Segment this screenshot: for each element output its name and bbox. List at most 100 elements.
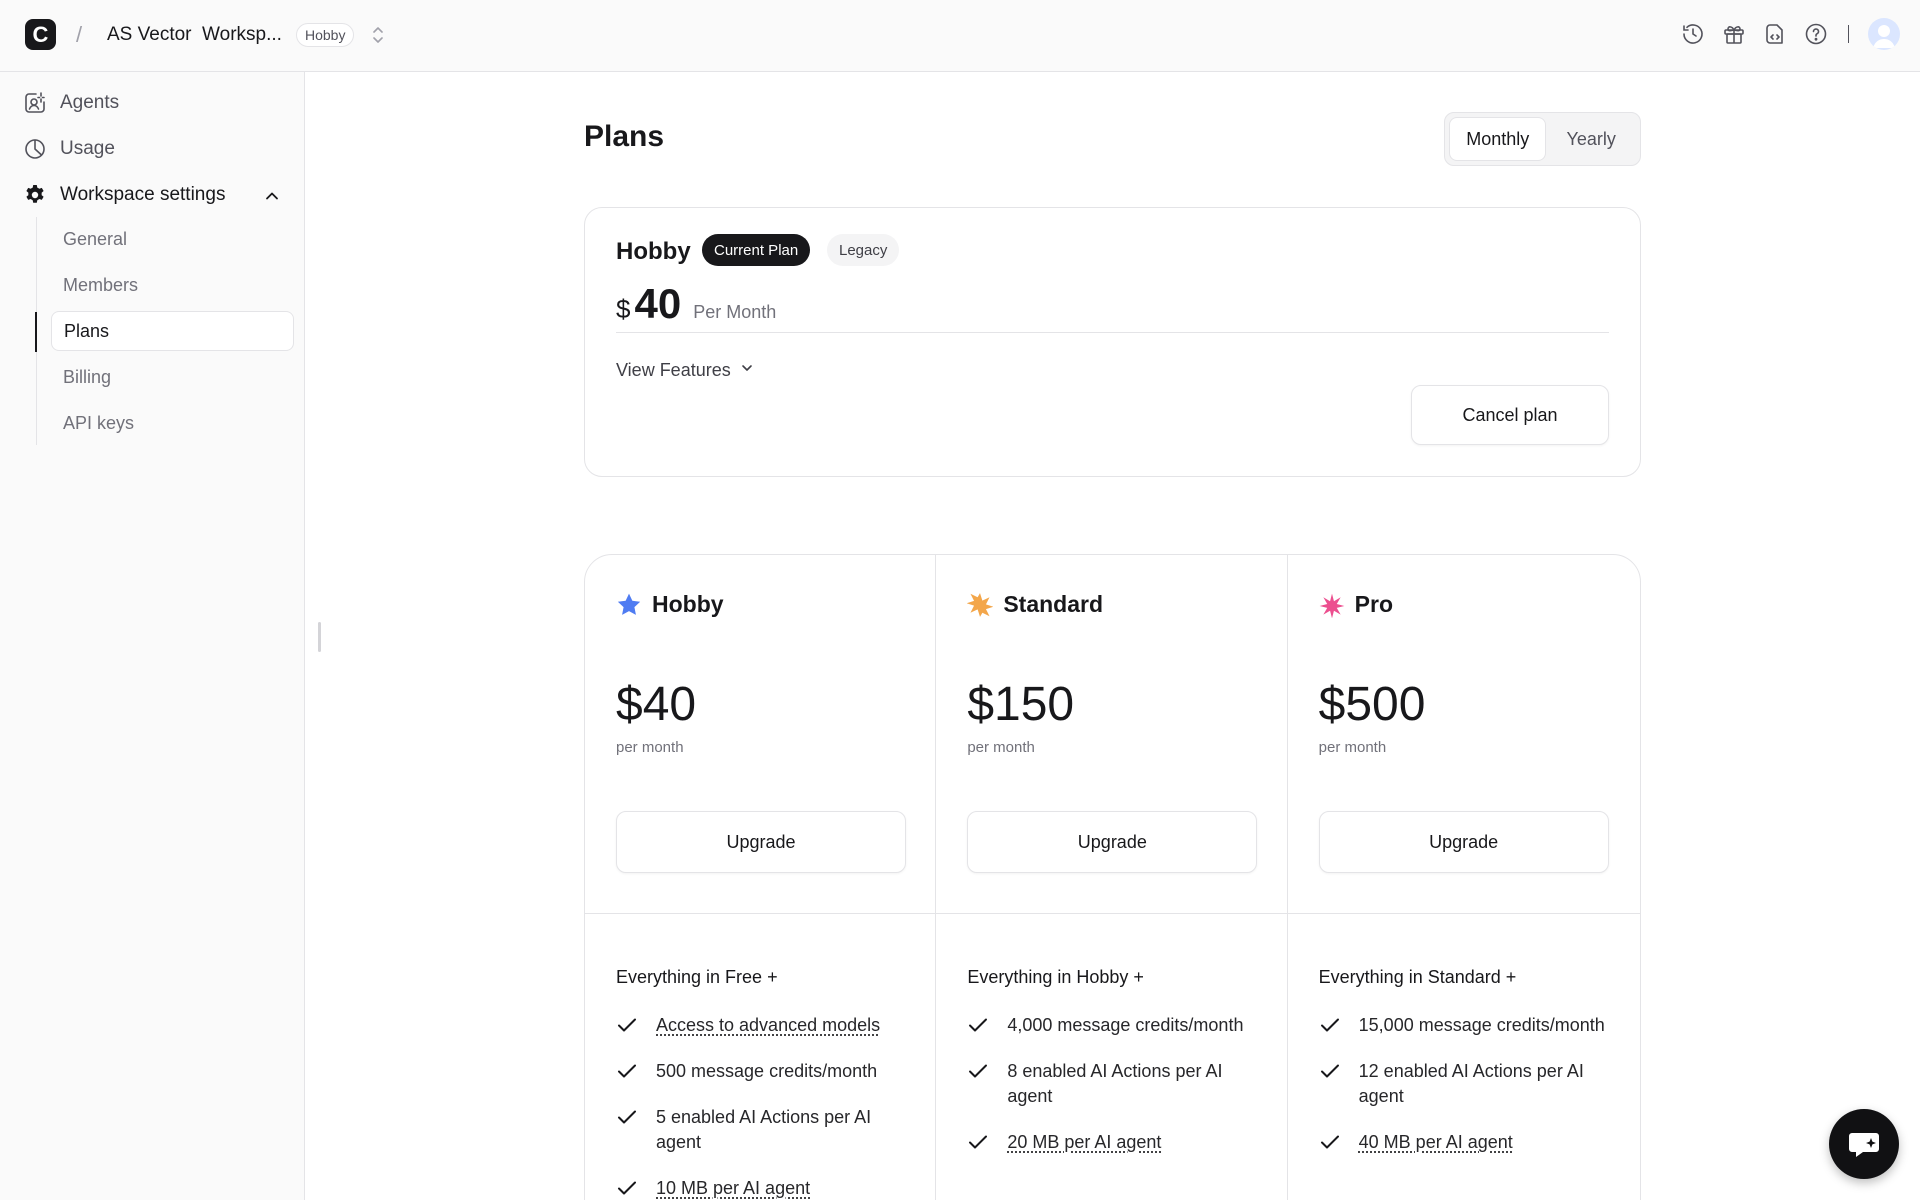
help-icon[interactable] [1803, 21, 1829, 47]
top-bar: C / AS Vector Worksp... Hobby [0, 0, 1920, 72]
gear-icon [22, 182, 48, 208]
plan-header: Hobby [616, 591, 724, 618]
plan-card-standard: Standard $150 per month Upgrade Everythi… [936, 555, 1288, 1200]
feature-list: 4,000 message credits/month 8 enabled AI… [967, 1013, 1267, 1176]
feature-text[interactable]: 40 MB per AI agent [1359, 1130, 1513, 1155]
feature-item: Access to advanced models [616, 1013, 916, 1038]
feature-item: 20 MB per AI agent [967, 1130, 1267, 1155]
workspace-name[interactable]: AS Vector Worksp... [107, 24, 282, 46]
chat-sparkle-icon [1849, 1133, 1879, 1157]
check-icon [618, 1018, 636, 1032]
sidebar-item-label: Workspace settings [60, 184, 226, 205]
toolbar-divider [1848, 25, 1849, 43]
workspace-plan-badge: Hobby [296, 23, 355, 47]
code-file-icon[interactable] [1762, 21, 1788, 47]
sidebar-item-workspace-settings[interactable]: Workspace settings [22, 182, 225, 208]
feature-item: 15,000 message credits/month [1319, 1013, 1619, 1038]
feature-text[interactable]: 10 MB per AI agent [656, 1176, 810, 1200]
page-title: Plans [584, 120, 665, 153]
sidebar-item-agents[interactable]: Agents [22, 90, 119, 116]
gift-icon[interactable] [1721, 21, 1747, 47]
check-icon [618, 1110, 636, 1124]
current-plan-card: Hobby Current Plan Legacy $ 40 Per Month… [584, 207, 1641, 477]
plan-features-intro: Everything in Free + [616, 967, 778, 987]
feature-item: 12 enabled AI Actions per AI agent [1319, 1059, 1619, 1109]
feature-text: 4,000 message credits/month [1007, 1015, 1244, 1035]
monthly-option[interactable]: Monthly [1449, 117, 1547, 161]
sidebar-item-plans[interactable]: Plans [51, 311, 294, 351]
billing-period-toggle: Monthly Yearly [1444, 112, 1641, 166]
star-icon [617, 593, 641, 615]
current-plan-badge: Current Plan [702, 234, 811, 266]
active-indicator [35, 312, 37, 352]
feature-item: 8 enabled AI Actions per AI agent [967, 1059, 1267, 1109]
plan-price: $500 [1318, 678, 1426, 731]
plan-features-intro: Everything in Hobby + [967, 967, 1144, 987]
plan-name: Pro [1354, 591, 1393, 617]
sidebar-item-usage[interactable]: Usage [22, 136, 115, 162]
upgrade-button[interactable]: Upgrade [1318, 811, 1609, 873]
plan-header: Pro [1319, 591, 1393, 618]
sidebar-item-members[interactable]: Members [51, 265, 294, 305]
plans-grid: Hobby $40 per month Upgrade Everything i… [584, 554, 1641, 1200]
feature-text: 500 message credits/month [656, 1061, 878, 1081]
card-divider [616, 332, 1609, 333]
check-icon [1320, 1018, 1339, 1032]
usage-pie-icon [22, 136, 48, 162]
sidebar-item-api-keys[interactable]: API keys [51, 403, 294, 443]
sidebar-resize-handle[interactable] [318, 622, 321, 652]
check-icon [1320, 1135, 1339, 1149]
feature-text: 5 enabled AI Actions per AI agent [656, 1107, 872, 1152]
current-plan-price: $ 40 Per Month [616, 280, 776, 328]
plan-period: per month [1318, 739, 1387, 756]
asterisk-star-icon [1319, 593, 1345, 618]
check-icon [618, 1181, 636, 1195]
sparkle-star-icon [967, 592, 994, 617]
check-icon [1320, 1064, 1339, 1078]
feature-list: 15,000 message credits/month 12 enabled … [1319, 1013, 1619, 1176]
user-avatar[interactable] [1868, 18, 1900, 50]
feature-text[interactable]: 20 MB per AI agent [1007, 1130, 1161, 1155]
plan-card-hobby: Hobby $40 per month Upgrade Everything i… [585, 555, 937, 1200]
app-logo[interactable]: C [25, 19, 56, 50]
feature-item: 40 MB per AI agent [1319, 1130, 1619, 1155]
feature-text[interactable]: Access to advanced models [656, 1013, 880, 1038]
feature-list: Access to advanced models 500 message cr… [616, 1013, 916, 1200]
upgrade-button[interactable]: Upgrade [967, 811, 1258, 873]
check-icon [969, 1064, 988, 1078]
plan-header: Standard [967, 591, 1103, 618]
feature-text: 8 enabled AI Actions per AI agent [1007, 1061, 1223, 1106]
feature-text: 12 enabled AI Actions per AI agent [1358, 1061, 1584, 1106]
plan-divider [936, 913, 1287, 914]
cancel-plan-button[interactable]: Cancel plan [1411, 385, 1609, 445]
price-currency: $ [616, 294, 631, 324]
price-amount: 40 [634, 280, 682, 327]
sidebar-item-label: Agents [60, 92, 120, 113]
plan-price: $40 [616, 678, 697, 731]
plan-divider [585, 913, 936, 914]
chevron-down-icon [739, 360, 755, 381]
check-icon [969, 1135, 988, 1149]
plan-features-intro: Everything in Standard + [1318, 967, 1517, 987]
sidebar-item-general[interactable]: General [51, 219, 294, 259]
agents-icon [22, 90, 48, 116]
check-icon [969, 1018, 988, 1032]
plan-name: Hobby [652, 591, 724, 617]
yearly-option[interactable]: Yearly [1546, 117, 1636, 161]
sidebar-item-billing[interactable]: Billing [51, 357, 294, 397]
plan-period: per month [616, 739, 684, 756]
view-features-toggle[interactable]: View Features [616, 360, 755, 381]
current-plan-name: Hobby [616, 238, 691, 265]
plan-price: $150 [967, 678, 1075, 731]
chat-widget-button[interactable] [1829, 1109, 1899, 1179]
breadcrumb-separator: / [76, 22, 83, 47]
sidebar-item-label: Usage [60, 138, 115, 159]
upgrade-button[interactable]: Upgrade [616, 811, 906, 873]
chevron-up-icon[interactable] [262, 186, 282, 206]
feature-item: 500 message credits/month [616, 1059, 916, 1084]
price-period: Per Month [693, 302, 777, 322]
plan-divider [1287, 913, 1640, 914]
plan-period: per month [967, 739, 1035, 756]
workspace-switcher-icon[interactable] [370, 24, 386, 46]
history-icon[interactable] [1680, 21, 1706, 47]
